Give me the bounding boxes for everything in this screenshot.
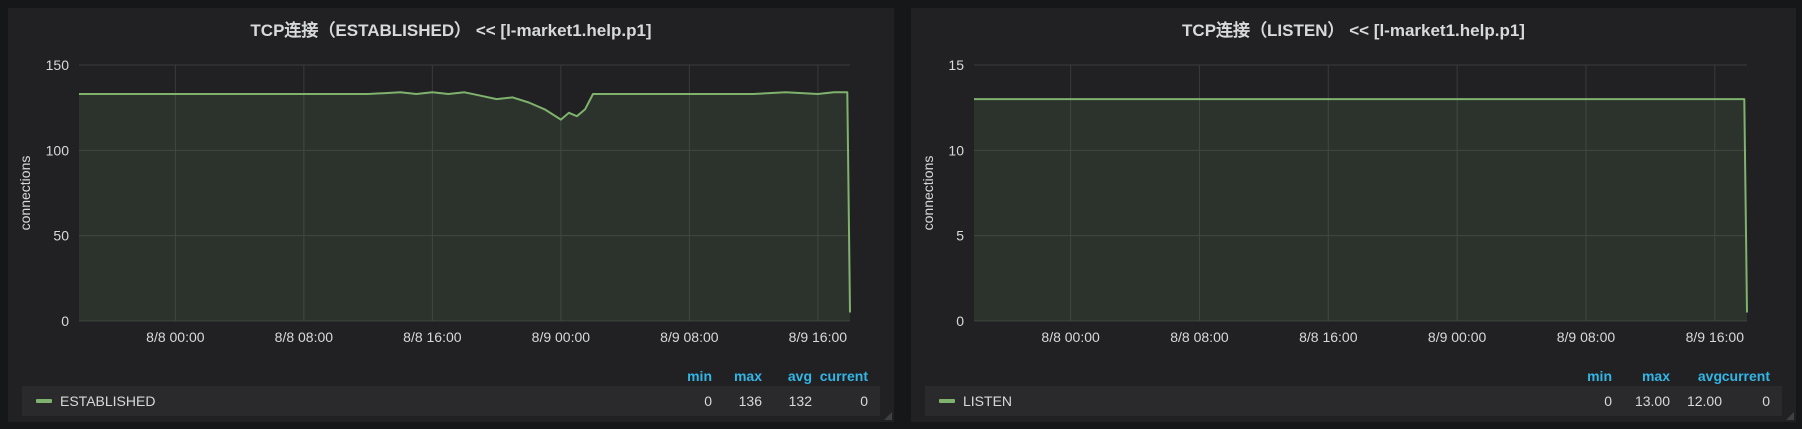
panel-listen: TCP连接（LISTEN） << [l-market1.help.p1] 051…	[911, 8, 1796, 422]
x-tick-label: 8/9 16:00	[789, 329, 848, 345]
y-tick-label: 0	[956, 313, 964, 329]
series-avg: 132	[788, 393, 812, 409]
series-area	[974, 99, 1747, 321]
x-tick-label: 8/8 00:00	[146, 329, 205, 345]
series-max: 13.00	[1634, 393, 1670, 409]
series-name[interactable]: LISTEN	[963, 393, 1012, 409]
resize-handle-icon[interactable]	[1786, 412, 1794, 420]
series-avg: 12.00	[1686, 393, 1722, 409]
series-current: 0	[860, 393, 868, 409]
y-axis-label: connections	[920, 156, 936, 231]
legend: min max avg current ESTABLISHED 0 136 13…	[22, 356, 880, 418]
series-name[interactable]: ESTABLISHED	[60, 393, 155, 409]
x-tick-label: 8/8 16:00	[1299, 329, 1358, 345]
legend-row[interactable]: LISTEN 0 13.00 12.00 0	[925, 386, 1782, 416]
legend-header-avg[interactable]: avg	[1698, 368, 1722, 384]
y-tick-label: 100	[46, 142, 70, 158]
x-tick-label: 8/8 08:00	[1170, 329, 1229, 345]
series-color-swatch[interactable]	[939, 399, 955, 403]
x-tick-label: 8/9 00:00	[1428, 329, 1487, 345]
legend-row[interactable]: ESTABLISHED 0 136 132 0	[22, 386, 880, 416]
series-max: 136	[738, 393, 762, 409]
x-tick-label: 8/8 08:00	[275, 329, 334, 345]
x-tick-label: 8/8 00:00	[1041, 329, 1100, 345]
series-color-swatch[interactable]	[36, 399, 52, 403]
legend-header-avg[interactable]: avg	[788, 368, 812, 384]
y-tick-label: 5	[956, 228, 964, 244]
y-tick-label: 10	[948, 142, 964, 158]
legend-header-max[interactable]: max	[1642, 368, 1670, 384]
x-tick-label: 8/9 00:00	[532, 329, 591, 345]
series-area	[79, 92, 850, 321]
y-tick-label: 50	[53, 228, 69, 244]
y-tick-label: 15	[948, 57, 964, 73]
panel-established: TCP连接（ESTABLISHED） << [l-market1.help.p1…	[8, 8, 894, 422]
legend-header-current[interactable]: current	[1722, 368, 1770, 384]
chart-established[interactable]: 0 50 100 150 8/8 00:00 8/8 08:00 8/8 16:00 8/9 …	[8, 8, 894, 348]
resize-handle-icon[interactable]	[884, 412, 892, 420]
legend-header-min[interactable]: min	[1587, 368, 1612, 384]
dashboard: TCP连接（ESTABLISHED） << [l-market1.help.p1…	[0, 0, 1802, 429]
x-tick-label: 8/9 08:00	[1557, 329, 1616, 345]
y-tick-label: 0	[61, 313, 69, 329]
y-axis-label: connections	[17, 156, 33, 231]
legend: min max avg current LISTEN 0 13.00 12.00…	[925, 356, 1782, 418]
x-tick-label: 8/9 08:00	[660, 329, 719, 345]
legend-header-min[interactable]: min	[687, 368, 712, 384]
x-tick-label: 8/9 16:00	[1686, 329, 1745, 345]
x-tick-label: 8/8 16:00	[403, 329, 462, 345]
chart-listen[interactable]: 0 5 10 15 8/8 00:00 8/8 08:00 8/8 16:00 8/9 00:…	[911, 8, 1796, 348]
y-tick-label: 150	[46, 57, 70, 73]
series-min: 0	[1604, 393, 1612, 409]
legend-header-max[interactable]: max	[734, 368, 762, 384]
legend-header-current[interactable]: current	[820, 368, 868, 384]
series-min: 0	[704, 393, 712, 409]
series-current: 0	[1762, 393, 1770, 409]
